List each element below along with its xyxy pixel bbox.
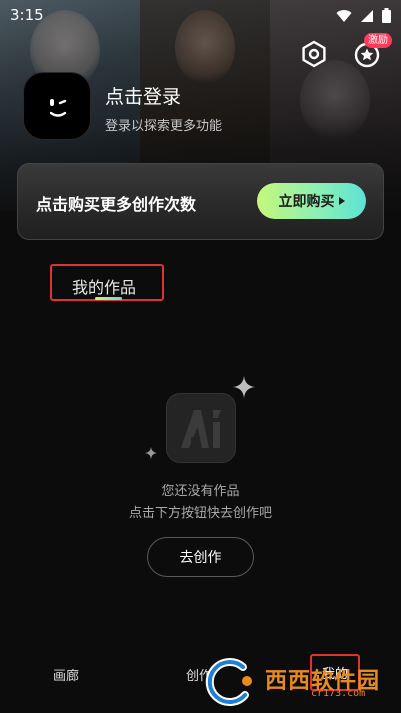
tab-my-works[interactable]: 我的作品 (50, 264, 164, 301)
play-arrow-icon (338, 197, 345, 205)
tab-my-works-label: 我的作品 (72, 278, 137, 297)
status-bar: 3:15 (0, 0, 401, 30)
go-create-button[interactable]: 去创作 (147, 537, 254, 577)
status-time: 3:15 (10, 6, 44, 24)
nav-item-gallery[interactable]: 画廊 (53, 665, 79, 684)
tab-active-indicator (95, 297, 122, 300)
empty-state-hint: 点击下方按钮快去创作吧 (128, 506, 272, 521)
ai-logo-icon (166, 393, 236, 463)
login-title[interactable]: 点击登录 (105, 82, 181, 109)
login-subtitle: 登录以探索更多功能 (105, 119, 223, 134)
signal-icon (361, 9, 373, 22)
purchase-banner-text: 点击购买更多创作次数 (36, 195, 197, 214)
avatar[interactable] (23, 72, 91, 140)
sparkle-icon (145, 447, 157, 459)
site-watermark: 西西软件园 cr173.com (203, 655, 383, 707)
watermark-logo-icon (205, 658, 252, 706)
hexagon-gear-icon (302, 40, 326, 68)
buy-now-button[interactable]: 立即购买 (257, 183, 366, 219)
reward-badge: 激励 (364, 33, 392, 48)
buy-now-label: 立即购买 (278, 194, 335, 210)
watermark-url: cr173.com (311, 688, 366, 699)
smiley-face-icon (49, 99, 67, 117)
purchase-banner: 点击购买更多创作次数 立即购买 (17, 163, 384, 240)
status-icons (336, 8, 391, 23)
empty-state-title: 您还没有作品 (161, 484, 240, 499)
battery-icon (382, 8, 391, 23)
settings-button[interactable] (298, 38, 330, 70)
wifi-icon (336, 9, 352, 22)
